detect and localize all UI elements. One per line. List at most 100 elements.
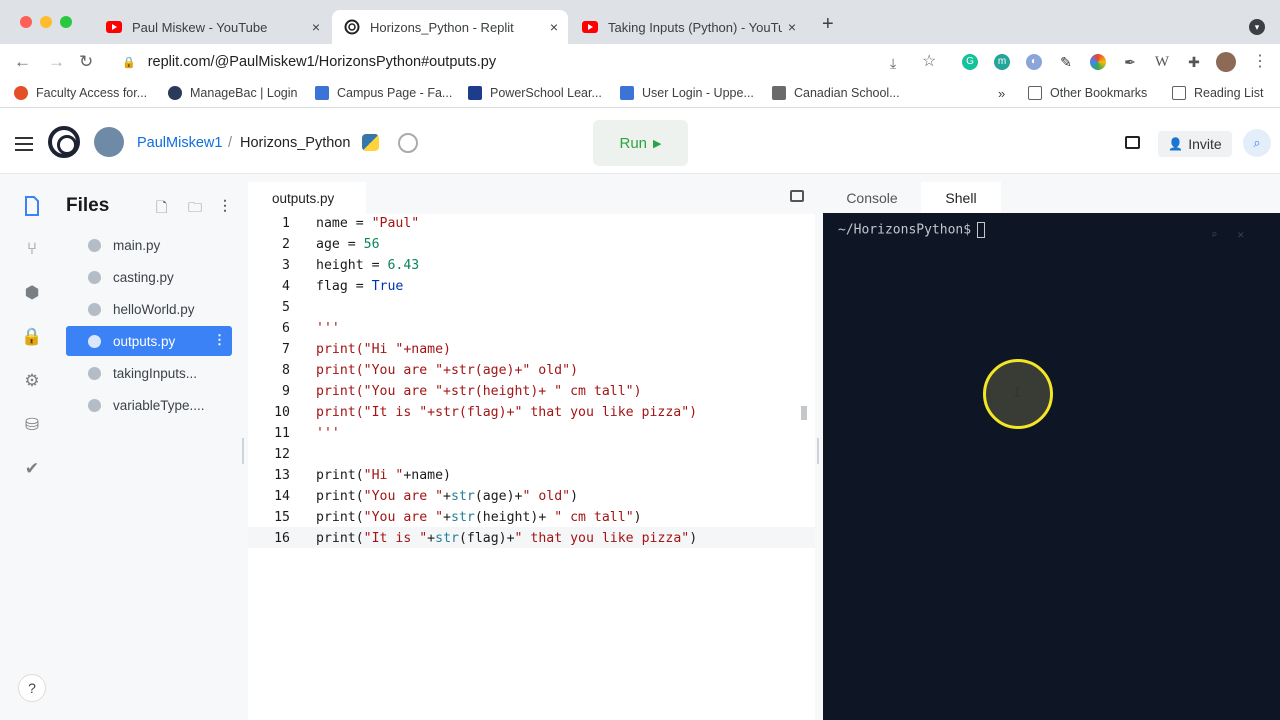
code-line[interactable]: flag = True — [316, 277, 403, 298]
resize-handle[interactable] — [242, 438, 244, 464]
code-line[interactable]: print("You are "+str(age)+" old") — [316, 361, 578, 382]
line-number: 16 — [274, 531, 290, 546]
close-tab-icon[interactable]: × — [550, 19, 558, 35]
wikipedia-extension-icon[interactable]: W — [1154, 54, 1170, 70]
files-icon[interactable] — [20, 194, 44, 218]
shell-close-icon[interactable]: ✕ — [1237, 228, 1244, 241]
folder-icon — [1028, 86, 1042, 100]
code-line[interactable]: print("It is "+str(flag)+" that you like… — [316, 529, 697, 550]
packages-icon[interactable]: ⬢ — [20, 281, 44, 305]
resize-handle[interactable] — [817, 438, 819, 464]
browser-tab-replit[interactable]: Horizons_Python - Replit × — [332, 10, 568, 44]
profile-avatar[interactable] — [1216, 52, 1236, 72]
chat-icon[interactable] — [1125, 136, 1140, 149]
bookmark-canadian-school[interactable]: Canadian School... — [772, 86, 900, 100]
new-tab-button[interactable]: + — [822, 14, 834, 34]
new-folder-icon[interactable]: 🗀 — [188, 197, 202, 221]
forward-arrow-icon[interactable]: → — [48, 50, 65, 74]
tab-shell[interactable]: Shell — [921, 182, 1001, 213]
settings-gear-icon[interactable]: ⚙ — [20, 369, 44, 393]
code-editor[interactable]: 1 2 3 4 5 6 7 8 9 10 11 12 13 14 15 16 name = "Paul" ag… — [248, 214, 815, 720]
code-line[interactable]: print("You are "+str(height)+ " cm tall"… — [316, 508, 642, 529]
replit-icon — [344, 19, 360, 35]
eyedropper-extension-icon[interactable]: ✒ — [1122, 54, 1138, 70]
grammarly-extension-icon[interactable]: G — [962, 54, 978, 70]
code-line[interactable]: print("Hi "+name) — [316, 340, 451, 361]
minimize-window-button[interactable] — [40, 16, 52, 28]
run-button[interactable]: Run ▶ — [593, 120, 688, 166]
bookmark-user-login[interactable]: User Login - Uppe... — [620, 86, 754, 100]
line-number: 4 — [282, 279, 290, 294]
code-line[interactable]: ''' — [316, 319, 340, 340]
line-number: 12 — [274, 447, 290, 462]
tab-search-icon[interactable]: ▾ — [1249, 19, 1265, 35]
file-item-main[interactable]: main.py — [66, 230, 232, 260]
code-line[interactable]: print("You are "+str(age)+" old") — [316, 487, 578, 508]
help-button[interactable]: ? — [18, 674, 46, 702]
version-control-icon[interactable]: ⑂ — [20, 237, 44, 261]
code-line[interactable]: print("You are "+str(height)+ " cm tall"… — [316, 382, 642, 403]
edit-extension-icon[interactable]: ✎ — [1058, 54, 1074, 70]
close-window-button[interactable] — [20, 16, 32, 28]
invite-button[interactable]: 👤 Invite — [1158, 131, 1232, 157]
back-arrow-icon[interactable]: ← — [14, 50, 31, 74]
reading-list-button[interactable]: Reading List — [1172, 86, 1264, 100]
tab-title: Taking Inputs (Python) - YouTu — [608, 19, 782, 35]
more-bookmarks-chevron[interactable]: » — [998, 86, 1005, 101]
file-item-helloworld[interactable]: helloWorld.py — [66, 294, 232, 324]
zoom-window-button[interactable] — [60, 16, 72, 28]
close-tab-icon[interactable]: × — [312, 19, 320, 35]
play-icon: ▶ — [653, 137, 662, 150]
lock-icon: 🔒 — [122, 56, 136, 69]
shell-terminal[interactable]: ~/HorizonsPython$ ⌕ ✕ — [823, 213, 1280, 720]
other-bookmarks-folder[interactable]: Other Bookmarks — [1028, 86, 1147, 100]
code-line[interactable]: print("Hi "+name) — [316, 466, 451, 487]
files-menu-icon[interactable]: ⋮ — [218, 197, 232, 214]
code-line[interactable]: name = "Paul" — [316, 214, 419, 235]
install-app-icon[interactable]: ⤓ — [890, 51, 896, 75]
browser-tab-taking-inputs[interactable]: Taking Inputs (Python) - YouTu × — [570, 10, 806, 44]
mote-extension-icon[interactable]: m — [994, 54, 1010, 70]
checkmark-icon[interactable]: ✔ — [20, 457, 44, 481]
file-item-variabletype[interactable]: variableType.... — [66, 390, 232, 420]
bookmark-campus-page[interactable]: Campus Page - Fa... — [315, 86, 452, 100]
history-icon[interactable] — [398, 133, 418, 153]
lock-secrets-icon[interactable]: 🔒 — [20, 325, 44, 349]
file-item-outputs[interactable]: outputs.py ⋮ — [66, 326, 232, 356]
bookmark-managebac[interactable]: ManageBac | Login — [168, 86, 298, 100]
file-item-takinginputs[interactable]: takingInputs... — [66, 358, 232, 388]
replit-logo-icon[interactable] — [48, 126, 80, 158]
line-number: 11 — [274, 426, 290, 441]
file-item-casting[interactable]: casting.py — [66, 262, 232, 292]
database-icon[interactable]: ⛁ — [20, 413, 44, 437]
close-tab-icon[interactable]: × — [788, 19, 796, 35]
bookmark-star-icon[interactable]: ☆ — [922, 50, 936, 74]
avatar[interactable] — [94, 127, 124, 157]
code-line[interactable]: print("It is "+str(flag)+" that you like… — [316, 403, 697, 424]
editor-scrollbar[interactable] — [801, 406, 807, 420]
code-line[interactable]: ''' — [316, 424, 340, 445]
code-line[interactable]: height = 6.43 — [316, 256, 419, 277]
search-icon[interactable]: ⌕ — [1243, 129, 1271, 157]
puzzle-extensions-icon[interactable]: ✚ — [1186, 54, 1202, 70]
code-line[interactable]: age = 56 — [316, 235, 380, 256]
editor-settings-icon[interactable] — [790, 190, 804, 202]
shell-search-icon[interactable]: ⌕ — [1211, 228, 1218, 241]
tab-console[interactable]: Console — [831, 182, 913, 213]
bookmark-powerschool[interactable]: PowerSchool Lear... — [468, 86, 602, 100]
extension-icon[interactable]: ◐ — [1026, 54, 1042, 70]
new-file-icon[interactable]: 🗋 — [156, 197, 167, 221]
browser-tab-youtube[interactable]: Paul Miskew - YouTube × — [94, 10, 330, 44]
browser-menu-icon[interactable]: ⋮ — [1252, 50, 1268, 74]
file-options-icon[interactable]: ⋮ — [213, 332, 226, 348]
bookmark-faculty-access[interactable]: Faculty Access for... — [14, 86, 147, 100]
repl-name[interactable]: Horizons_Python — [240, 135, 350, 151]
address-bar[interactable]: 🔒 replit.com/@PaulMiskew1/HorizonsPython… — [112, 48, 950, 76]
browser-tab-strip: Paul Miskew - YouTube × Horizons_Python … — [0, 0, 1280, 44]
username-link[interactable]: PaulMiskew1 — [137, 135, 222, 151]
line-number: 10 — [274, 405, 290, 420]
color-extension-icon[interactable] — [1090, 54, 1106, 70]
reload-icon[interactable]: ↻ — [79, 50, 93, 74]
hamburger-menu-icon[interactable] — [15, 137, 33, 155]
tab-outputs-py[interactable]: outputs.py — [248, 182, 366, 214]
